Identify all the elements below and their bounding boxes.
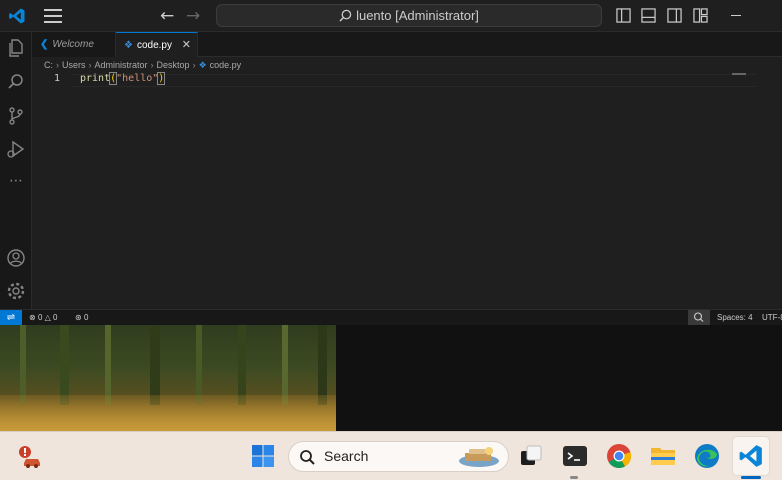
chrome-icon[interactable] [606,443,632,469]
problems-indicator[interactable]: ⊗ 0 △ 0 [29,310,57,325]
chevron-right-icon: › [56,60,59,70]
desktop [0,325,782,431]
breadcrumb-item[interactable]: Desktop [157,60,190,70]
code-line[interactable]: print("hello") [80,72,166,85]
task-view-icon[interactable] [518,443,544,469]
toggle-primary-sidebar-icon[interactable] [616,8,631,23]
vscode-logo-icon: ❮ [40,39,49,50]
file-explorer-icon[interactable] [650,443,676,469]
window-title: luento [Administrator] [356,8,479,23]
breadcrumb-item[interactable]: Users [62,60,86,70]
encoding-indicator[interactable]: UTF-8 [762,310,782,325]
code-bracket: ) [157,72,166,85]
title-bar: ← → luento [Administrator] [0,0,782,32]
ports-count: 0 [83,313,89,322]
close-icon[interactable]: ✕ [182,33,191,58]
run-debug-icon[interactable] [6,139,26,159]
more-icon[interactable]: ⋯ [6,173,26,193]
customize-layout-icon[interactable] [693,8,708,23]
chevron-right-icon: › [88,60,92,70]
antenna-icon: ⊛ [75,313,82,322]
command-center-search[interactable]: luento [Administrator] [216,4,602,27]
status-bar: ⇌ ⊗ 0 △ 0 ⊛ 0 Spaces: 4 UTF-8 [0,309,782,325]
indentation-indicator[interactable]: Spaces: 4 [717,310,753,325]
active-indicator [741,476,761,479]
breadcrumb-item[interactable]: code.py [210,60,242,70]
edge-icon[interactable] [694,443,720,469]
zoom-icon [693,312,704,322]
breadcrumb-item[interactable]: Administrator [95,60,148,70]
tab-label: code.py [136,40,172,51]
vscode-logo-icon[interactable] [8,7,26,25]
line-number: 1 [54,73,61,84]
windows-start-icon[interactable] [250,443,276,469]
gear-icon[interactable] [6,281,26,301]
search-icon [300,450,315,465]
ports-indicator[interactable]: ⊛ 0 [75,310,88,325]
taskbar: Search [0,431,782,480]
search-icon [339,9,352,22]
error-count: 0 [37,313,43,322]
toggle-panel-icon[interactable] [641,8,656,23]
vscode-icon[interactable] [738,443,764,469]
breadcrumb-item[interactable]: C: [44,60,53,70]
chevron-right-icon: › [192,60,196,70]
warning-icon: △ [44,313,51,322]
python-file-icon: ❖ [198,60,207,70]
wallpaper-image [0,325,336,431]
search-label: Search [324,448,369,464]
warning-count: 0 [53,313,58,322]
toggle-secondary-sidebar-icon[interactable] [667,8,682,23]
account-icon[interactable] [6,248,26,268]
weather-alert-icon[interactable] [16,443,42,469]
code-editor[interactable]: 1 print("hello") [32,72,782,309]
chevron-right-icon: › [150,60,154,70]
source-control-icon[interactable] [6,106,26,126]
tab-welcome[interactable]: ❮ Welcome [32,32,116,57]
tab-code-py[interactable]: ❖ code.py ✕ [116,32,198,57]
minimize-button[interactable] [731,15,741,16]
breadcrumb: C: › Users › Administrator › Desktop › ❖ code.py [44,58,241,72]
code-function: print [80,73,111,84]
back-arrow-icon[interactable]: ← [160,6,174,26]
forward-arrow-icon[interactable]: → [186,6,200,26]
running-indicator [570,476,578,479]
search-icon[interactable] [6,72,26,92]
tab-label: Welcome [52,39,94,50]
activity-bar: ⋯ [0,32,32,309]
code-string: "hello" [116,73,159,84]
search-highlight-icon [459,447,499,467]
zoom-button[interactable] [688,310,710,325]
terminal-icon[interactable] [562,443,588,469]
menu-icon[interactable] [44,9,62,23]
current-line-highlight [72,74,756,87]
editor-tabs: ❮ Welcome ❖ code.py ✕ [32,32,782,57]
minimap[interactable] [732,73,746,75]
python-file-icon: ❖ [124,40,133,51]
error-icon: ⊗ [29,313,36,322]
remote-indicator-icon[interactable]: ⇌ [0,310,22,325]
explorer-icon[interactable] [6,38,26,58]
taskbar-search[interactable]: Search [288,441,509,472]
